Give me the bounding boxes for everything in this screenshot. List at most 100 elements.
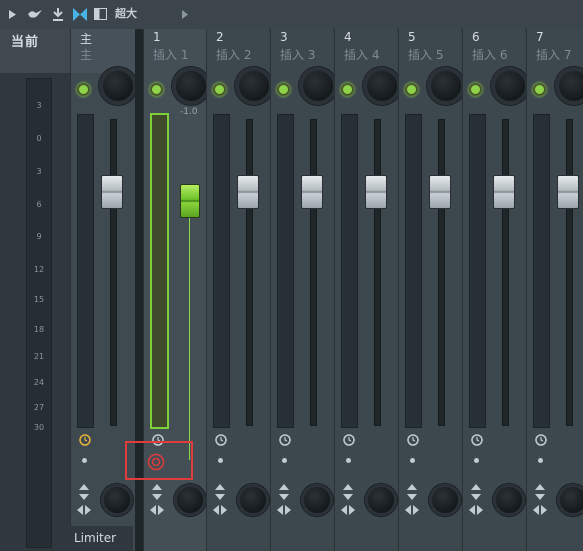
updown-arrows-icon[interactable] [535,484,545,500]
updown-arrows-icon[interactable] [343,484,353,500]
leftright-arrows-icon[interactable] [77,505,91,515]
stereo-knob[interactable] [301,484,333,516]
strip-name: 插入 5 [408,48,444,62]
mixer-strip-insert-5[interactable]: 5 插入 5 [398,29,465,551]
stereo-knob[interactable] [429,484,461,516]
updown-arrows-icon[interactable] [79,484,89,500]
strip-header[interactable]: 3 插入 3 [271,29,333,73]
stereo-knob[interactable] [493,484,525,516]
level-meter [277,114,294,428]
strip-header[interactable]: 1 插入 1 [144,29,207,73]
stereo-knob[interactable] [174,484,206,516]
mixer-strip-insert-6[interactable]: 6 插入 6 [462,29,529,551]
updown-arrows-icon[interactable] [215,484,225,500]
mixer-strip-insert-2[interactable]: 2 插入 2 [206,29,273,551]
mixer-toolbar: 超大 [0,0,583,30]
fader-track [246,119,253,426]
clock-icon[interactable] [215,434,227,446]
strip-name: 插入 4 [344,48,380,62]
leftright-arrows-icon[interactable] [213,505,227,515]
mixer-strip-insert-7[interactable]: 7 插入 7 [526,29,583,551]
dot-icon[interactable] [282,458,287,463]
pan-knob[interactable] [555,67,583,105]
volume-fader[interactable] [301,175,323,209]
tick-label: 3 [36,101,42,110]
strip-name: 插入 1 [153,48,189,62]
plugin-slot-limiter[interactable]: Limiter [70,526,133,551]
dot-icon[interactable] [218,458,223,463]
bowtie-icon[interactable] [73,8,87,21]
volume-fader[interactable] [493,175,515,209]
dot-icon[interactable] [82,458,87,463]
dot-icon[interactable] [410,458,415,463]
clock-icon[interactable] [343,434,355,446]
pan-knob[interactable] [99,67,137,105]
pan-knob[interactable] [491,67,529,105]
strip-header[interactable]: 主 主 [71,29,136,73]
leftright-arrows-icon[interactable] [469,505,483,515]
pan-knob[interactable] [172,67,210,105]
pan-knob[interactable] [427,67,465,105]
led-icon[interactable] [341,83,354,96]
clock-icon[interactable] [535,434,547,446]
pan-knob[interactable] [299,67,337,105]
fader-track [110,119,117,426]
leftright-arrows-icon[interactable] [150,505,164,515]
dot-icon[interactable] [346,458,351,463]
stereo-knob[interactable] [101,484,133,516]
pan-knob[interactable] [235,67,273,105]
play-arrow-icon[interactable] [9,10,16,19]
level-meter [533,114,550,428]
stereo-knob[interactable] [237,484,269,516]
dot-icon[interactable] [474,458,479,463]
strip-number: 2 [216,30,224,44]
led-icon[interactable] [150,83,163,96]
volume-fader[interactable] [237,175,259,209]
pan-knob[interactable] [363,67,401,105]
leftright-arrows-icon[interactable] [277,505,291,515]
volume-fader[interactable] [101,175,123,209]
leftright-arrows-icon[interactable] [405,505,419,515]
updown-arrows-icon[interactable] [279,484,289,500]
stereo-knob[interactable] [557,484,583,516]
strip-header[interactable]: 5 插入 5 [399,29,461,73]
led-icon[interactable] [405,83,418,96]
clock-icon[interactable] [407,434,419,446]
updown-arrows-icon[interactable] [407,484,417,500]
arrow-right-icon[interactable] [182,10,188,19]
led-icon[interactable] [533,83,546,96]
size-label[interactable]: 超大 [115,7,137,21]
strip-header[interactable]: 6 插入 6 [463,29,525,73]
bird-icon[interactable] [27,8,43,20]
insert-icon[interactable] [52,8,64,21]
updown-arrows-icon[interactable] [152,484,162,500]
mixer-strip-insert-4[interactable]: 4 插入 4 [334,29,401,551]
leftright-arrows-icon[interactable] [341,505,355,515]
led-icon[interactable] [469,83,482,96]
led-icon[interactable] [213,83,226,96]
strip-header[interactable]: 2 插入 2 [207,29,269,73]
window-icon[interactable] [94,8,107,20]
volume-readout: -1.0 [180,107,198,117]
fader-track [374,119,381,426]
stereo-knob[interactable] [365,484,397,516]
led-icon[interactable] [277,83,290,96]
clock-icon[interactable] [471,434,483,446]
led-icon[interactable] [77,83,90,96]
mixer-strip-insert-3[interactable]: 3 插入 3 [270,29,337,551]
dot-icon[interactable] [538,458,543,463]
volume-fader[interactable] [557,175,579,209]
volume-fader[interactable] [429,175,451,209]
record-icon[interactable] [147,453,165,471]
tick-label: 9 [36,232,42,241]
fader-track [566,119,573,426]
tick-label: 18 [33,325,45,334]
leftright-arrows-icon[interactable] [533,505,547,515]
clock-icon[interactable] [79,434,91,446]
strip-header[interactable]: 4 插入 4 [335,29,397,73]
updown-arrows-icon[interactable] [471,484,481,500]
clock-icon[interactable] [279,434,291,446]
volume-fader[interactable] [365,175,387,209]
strip-number: 1 [153,30,161,44]
volume-fader[interactable] [180,184,200,218]
